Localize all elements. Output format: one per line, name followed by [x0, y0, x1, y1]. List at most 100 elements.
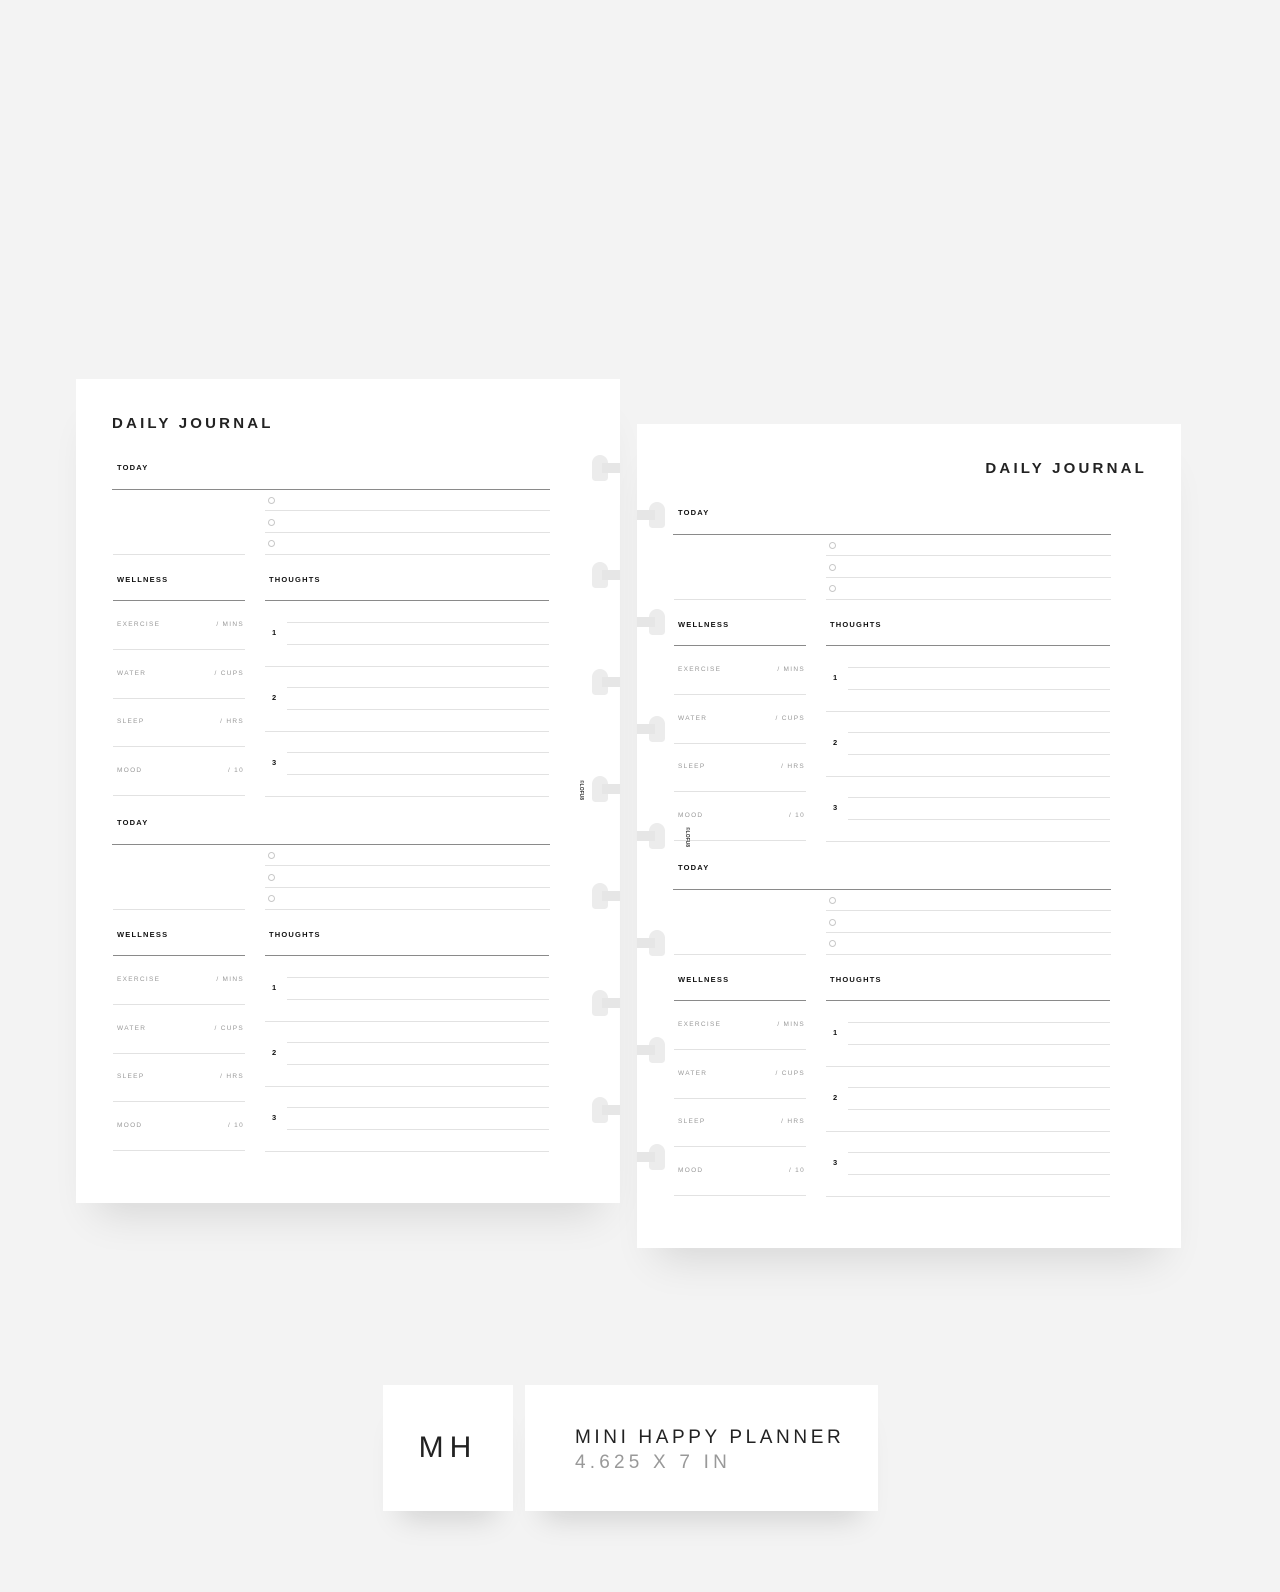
task-line[interactable] [826, 599, 1111, 600]
wellness-metric-label: EXERCISE [117, 621, 161, 628]
thoughts-label: THOUGHTS [269, 930, 321, 939]
wellness-metric-unit: / 10 [788, 1167, 805, 1174]
thought-number: 3 [272, 758, 277, 767]
thought-number: 2 [833, 738, 838, 747]
wellness-entry-line[interactable] [113, 746, 245, 747]
thought-line[interactable] [848, 1174, 1110, 1175]
thought-line[interactable] [848, 1022, 1110, 1023]
checkbox-circle-icon[interactable] [268, 519, 275, 526]
thought-line[interactable] [848, 1152, 1110, 1153]
wellness-entry-line[interactable] [113, 649, 245, 650]
wellness-entry-line[interactable] [674, 1195, 806, 1196]
divider [265, 955, 549, 956]
checkbox-circle-icon[interactable] [829, 897, 836, 904]
thought-line[interactable] [265, 731, 549, 732]
thought-number: 3 [833, 1158, 838, 1167]
wellness-entry-line[interactable] [674, 1049, 806, 1050]
binder-disc-right [637, 502, 665, 528]
task-line[interactable] [826, 932, 1111, 933]
checkbox-circle-icon[interactable] [268, 874, 275, 881]
format-name: MINI HAPPY PLANNER [575, 1427, 845, 1448]
wellness-metric-label: MOOD [678, 812, 704, 819]
wellness-metric-label: MOOD [117, 1122, 143, 1129]
thought-line[interactable] [287, 752, 549, 753]
thought-line[interactable] [287, 687, 549, 688]
wellness-entry-line[interactable] [674, 791, 806, 792]
task-line[interactable] [826, 910, 1111, 911]
thought-line[interactable] [287, 1107, 549, 1108]
checkbox-circle-icon[interactable] [268, 497, 275, 504]
wellness-entry-line[interactable] [674, 1146, 806, 1147]
thought-line[interactable] [848, 1044, 1110, 1045]
checkbox-circle-icon[interactable] [268, 540, 275, 547]
thought-line[interactable] [287, 977, 549, 978]
task-line[interactable] [826, 577, 1111, 578]
wellness-metric-unit: / HRS [781, 1118, 805, 1125]
wellness-entry-line[interactable] [113, 795, 245, 796]
task-line[interactable] [265, 887, 550, 888]
thought-line[interactable] [826, 1066, 1110, 1067]
thought-line[interactable] [826, 711, 1110, 712]
wellness-entry-line[interactable] [674, 694, 806, 695]
wellness-entry-line[interactable] [674, 743, 806, 744]
task-line[interactable] [265, 510, 550, 511]
checkbox-circle-icon[interactable] [829, 940, 836, 947]
task-line[interactable] [265, 865, 550, 866]
thought-line[interactable] [826, 776, 1110, 777]
thought-line[interactable] [848, 797, 1110, 798]
thought-line[interactable] [265, 796, 549, 797]
thought-line[interactable] [848, 1087, 1110, 1088]
task-line[interactable] [826, 555, 1111, 556]
checkbox-circle-icon[interactable] [829, 585, 836, 592]
binder-disc-left [592, 990, 620, 1016]
wellness-metric-label: EXERCISE [678, 1021, 722, 1028]
thought-line[interactable] [848, 689, 1110, 690]
thoughts-label: THOUGHTS [830, 620, 882, 629]
thought-line[interactable] [848, 819, 1110, 820]
thought-line[interactable] [287, 709, 549, 710]
thought-line[interactable] [287, 1064, 549, 1065]
thought-line[interactable] [848, 667, 1110, 668]
thought-line[interactable] [265, 1151, 549, 1152]
wellness-entry-line[interactable] [113, 1150, 245, 1151]
thought-line[interactable] [826, 841, 1110, 842]
wellness-entry-line[interactable] [113, 1004, 245, 1005]
wellness-entry-line[interactable] [674, 1098, 806, 1099]
task-line[interactable] [265, 909, 550, 910]
thought-line[interactable] [265, 1021, 549, 1022]
task-line[interactable] [265, 554, 550, 555]
thought-line[interactable] [826, 1131, 1110, 1132]
wellness-entry-line[interactable] [674, 840, 806, 841]
journal-day-section: TODAY WELLNESS THOUGHTS EXERCISE / MINS WATER… [637, 863, 1181, 1203]
checkbox-circle-icon[interactable] [829, 919, 836, 926]
thought-line[interactable] [287, 1129, 549, 1130]
thought-line[interactable] [287, 1042, 549, 1043]
wellness-entry-line[interactable] [113, 1053, 245, 1054]
note-line [113, 554, 245, 555]
thought-line[interactable] [287, 644, 549, 645]
thought-line[interactable] [848, 732, 1110, 733]
task-line[interactable] [826, 954, 1111, 955]
journal-page-right: DAILY JOURNAL TODAY WELLNESS THOUGHTS EXERCI… [637, 424, 1181, 1248]
thought-line[interactable] [848, 754, 1110, 755]
wellness-metric-label: SLEEP [117, 1073, 145, 1080]
thought-line[interactable] [265, 1086, 549, 1087]
page-title: DAILY JOURNAL [985, 460, 1147, 477]
wellness-entry-line[interactable] [113, 698, 245, 699]
thought-line[interactable] [287, 999, 549, 1000]
thought-line[interactable] [265, 666, 549, 667]
thought-number: 1 [833, 1028, 838, 1037]
copyright-code: ©LOFU8 [578, 779, 585, 801]
disc-stem [637, 617, 655, 627]
checkbox-circle-icon[interactable] [829, 564, 836, 571]
checkbox-circle-icon[interactable] [268, 895, 275, 902]
thought-line[interactable] [287, 622, 549, 623]
thought-line[interactable] [848, 1109, 1110, 1110]
journal-day-section: TODAY WELLNESS THOUGHTS EXERCISE / MINS WATER… [637, 508, 1181, 848]
thought-line[interactable] [826, 1196, 1110, 1197]
thought-line[interactable] [287, 774, 549, 775]
checkbox-circle-icon[interactable] [268, 852, 275, 859]
task-line[interactable] [265, 532, 550, 533]
checkbox-circle-icon[interactable] [829, 542, 836, 549]
wellness-entry-line[interactable] [113, 1101, 245, 1102]
